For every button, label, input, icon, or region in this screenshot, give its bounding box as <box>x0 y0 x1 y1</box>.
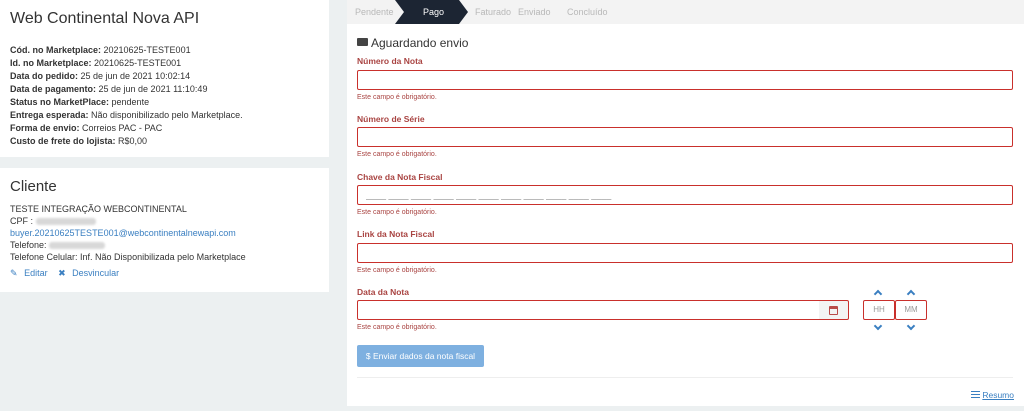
order-field: Data de pagamento: 25 de jun de 2021 11:… <box>10 84 208 94</box>
minute-input[interactable]: MM <box>895 300 927 320</box>
nota-error: Este campo é obrigatório. <box>357 94 437 101</box>
client-email-link[interactable]: buyer.20210625TESTE001@webcontinentalnew… <box>10 228 236 238</box>
step-arrow-head <box>459 0 468 24</box>
step-pendente: Pendente <box>355 7 394 17</box>
section-title: Aguardando envio <box>357 36 468 50</box>
status-steps: Pendente Pago Faturado Enviado Concluído <box>347 0 1024 24</box>
unlink-link[interactable]: ✖ Desvincular <box>58 268 123 278</box>
client-mobile: Telefone Celular: Inf. Não Disponibiliza… <box>10 252 246 262</box>
redacted-phone <box>49 242 106 250</box>
step-faturado: Faturado <box>475 7 512 17</box>
order-title: Web Continental Nova API <box>10 10 200 27</box>
step-concluido: Concluído <box>567 7 608 17</box>
nota-input[interactable] <box>357 70 1013 90</box>
step-pago: Pago <box>395 0 459 24</box>
client-cpf: CPF : <box>10 215 319 227</box>
order-field: Data do pedido: 25 de jun de 2021 10:02:… <box>10 71 191 81</box>
client-name: TESTE INTEGRAÇÃO WEBCONTINENTAL <box>10 204 187 214</box>
client-panel: Cliente TESTE INTEGRAÇÃO WEBCONTINENTAL … <box>0 168 329 292</box>
submit-invoice-button[interactable]: $ Enviar dados da nota fiscal <box>357 345 484 367</box>
chave-input[interactable] <box>357 185 1013 205</box>
data-label: Data da Nota <box>357 287 409 297</box>
order-field: Id. no Marketplace: 20210625-TESTE001 <box>10 58 182 68</box>
serie-label: Número de Série <box>357 114 425 124</box>
link-input[interactable] <box>357 243 1013 263</box>
order-field: Entrega esperada: Não disponibilizado pe… <box>10 110 243 120</box>
truck-icon <box>357 38 368 46</box>
chave-error: Este campo é obrigatório. <box>357 209 437 216</box>
pencil-icon: ✎ <box>10 268 18 278</box>
data-error: Este campo é obrigatório. <box>357 324 437 331</box>
order-field: Forma de envio: Correios PAC - PAC <box>10 123 163 133</box>
serie-input[interactable] <box>357 127 1013 147</box>
step-enviado: Enviado <box>518 7 551 17</box>
redacted-cpf <box>35 218 96 226</box>
order-field: Status no MarketPlace: pendente <box>10 97 150 107</box>
x-icon: ✖ <box>58 268 66 278</box>
order-field: Custo de frete do lojista: R$0,00 <box>10 136 148 146</box>
minute-down-chevron-icon[interactable] <box>906 321 916 331</box>
step-arrow-tail <box>395 0 404 24</box>
serie-error: Este campo é obrigatório. <box>357 151 437 158</box>
client-title: Cliente <box>10 178 57 195</box>
client-phone: Telefone: <box>10 239 319 251</box>
order-info-panel: Web Continental Nova API Cód. no Marketp… <box>0 0 329 157</box>
data-input[interactable] <box>357 300 821 320</box>
hour-up-chevron-icon[interactable] <box>873 289 883 299</box>
client-actions: ✎ Editar ✖ Desvincular <box>10 268 319 279</box>
nota-label: Número da Nota <box>357 56 423 66</box>
link-label: Link da Nota Fiscal <box>357 229 435 239</box>
order-field: Cód. no Marketplace: 20210625-TESTE001 <box>10 45 191 55</box>
order-fields: Cód. no Marketplace: 20210625-TESTE001 I… <box>10 44 319 148</box>
calendar-icon <box>829 306 838 315</box>
hour-down-chevron-icon[interactable] <box>873 321 883 331</box>
edit-link[interactable]: ✎ Editar <box>10 268 52 278</box>
calendar-button[interactable] <box>819 300 849 320</box>
link-error: Este campo é obrigatório. <box>357 267 437 274</box>
minute-up-chevron-icon[interactable] <box>906 289 916 299</box>
list-icon <box>971 391 981 398</box>
divider <box>357 377 1013 378</box>
hour-input[interactable]: HH <box>863 300 895 320</box>
chave-label: Chave da Nota Fiscal <box>357 172 443 182</box>
invoice-panel: Pendente Pago Faturado Enviado Concluído… <box>347 0 1024 406</box>
resumo-link[interactable]: Resumo <box>971 390 1014 400</box>
